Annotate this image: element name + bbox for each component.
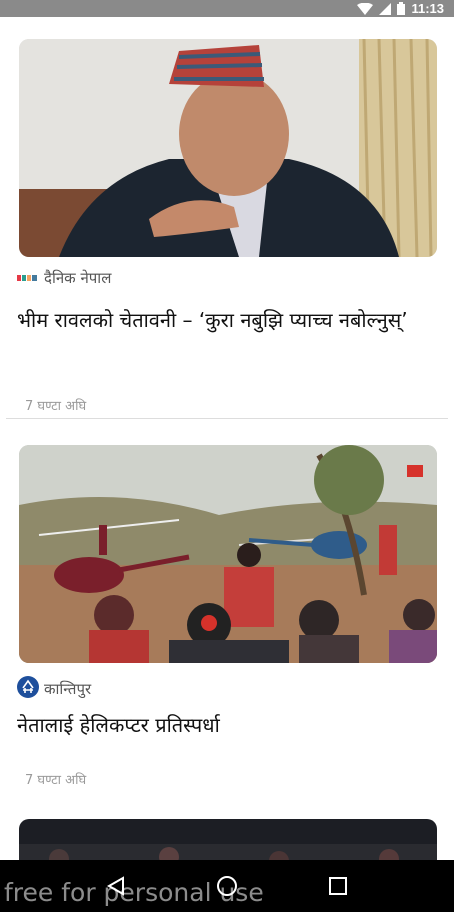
- news-timestamp: 7 घण्टा अघि: [25, 399, 87, 414]
- news-feed[interactable]: दैनिक नेपाल भीम रावलको चेतावनी – ‘कुरा न…: [0, 17, 454, 860]
- status-bar: 11:13: [0, 0, 454, 17]
- news-card[interactable]: दैनिक नेपाल भीम रावलको चेतावनी – ‘कुरा न…: [0, 17, 454, 419]
- news-headline[interactable]: भीम रावलको चेतावनी – ‘कुरा नबुझि प्याच्च…: [17, 304, 417, 337]
- news-timestamp: 7 घण्टा अघि: [25, 773, 87, 788]
- news-source[interactable]: दैनिक नेपाल: [17, 268, 111, 288]
- back-icon[interactable]: [96, 866, 136, 906]
- signal-icon: [379, 2, 392, 15]
- news-image-helicopters[interactable]: [19, 445, 437, 663]
- battery-icon: [397, 2, 406, 15]
- news-card[interactable]: कान्तिपुर नेतालाई हेलिकप्टर प्रतिस्पर्धा…: [0, 419, 454, 819]
- news-headline[interactable]: नेतालाई हेलिकप्टर प्रतिस्पर्धा: [17, 709, 417, 742]
- wifi-icon: [357, 2, 374, 15]
- news-image-politician[interactable]: [19, 39, 437, 257]
- news-source-name: दैनिक नेपाल: [44, 269, 112, 287]
- status-time: 11:13: [411, 1, 444, 16]
- news-source[interactable]: कान्तिपुर: [17, 676, 91, 702]
- dainik-nepal-logo: [17, 269, 39, 287]
- recents-icon[interactable]: [318, 866, 358, 906]
- news-image[interactable]: [19, 819, 437, 860]
- news-card[interactable]: [0, 817, 454, 860]
- system-nav-bar: [0, 860, 454, 912]
- home-icon[interactable]: [207, 866, 247, 906]
- news-source-name: कान्तिपुर: [44, 680, 92, 698]
- kantipur-logo: [17, 676, 39, 702]
